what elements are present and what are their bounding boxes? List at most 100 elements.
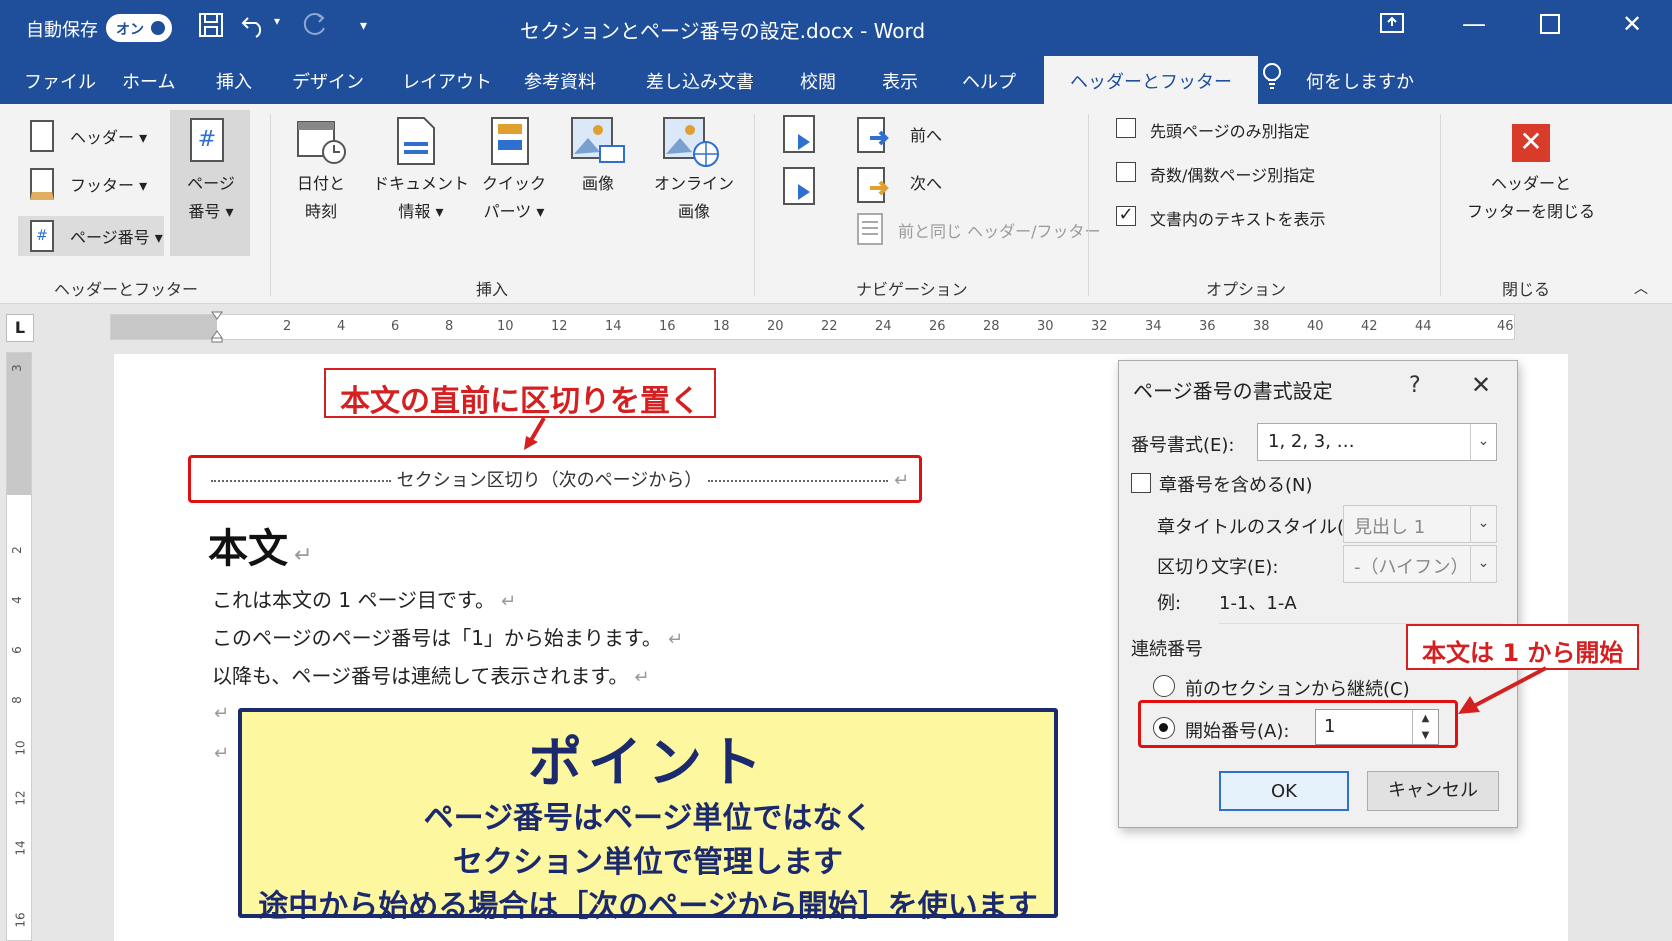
ok-button[interactable]: OK	[1219, 771, 1349, 811]
undo-icon[interactable]	[240, 12, 270, 44]
go-to-header-icon[interactable]	[782, 114, 822, 162]
ruler-number: 28	[983, 319, 1000, 334]
tab-references[interactable]: 参考資料	[524, 68, 596, 94]
ribbon: ヘッダー ▾ フッター ▾ # ページ番号 ▾ # ページ 番号 ▾ ヘッダーと…	[0, 104, 1672, 304]
vruler-number: 8	[9, 696, 24, 704]
first-page-checkbox[interactable]	[1116, 118, 1136, 138]
document-info-button[interactable]: ドキュメント 情報 ▾	[366, 170, 476, 226]
horizontal-ruler[interactable]: 2 4 6 8 10 12 14 16 18 20 22 24 26 28 30…	[110, 311, 1515, 343]
customize-qat-icon[interactable]: ▾	[360, 18, 367, 34]
vruler-number: 10	[13, 740, 28, 756]
tab-insert[interactable]: 挿入	[216, 68, 252, 94]
vruler-margin	[7, 353, 31, 495]
include-chapter-checkbox[interactable]	[1131, 473, 1151, 493]
footer-button[interactable]: フッター ▾	[70, 172, 147, 196]
group-label-close: 閉じる	[1502, 280, 1551, 299]
tab-header-footer[interactable]: ヘッダーとフッター	[1044, 56, 1258, 104]
dialog-title: ページ番号の書式設定	[1133, 379, 1333, 403]
vruler-number: 3	[9, 364, 24, 372]
autosave-toggle-label: オン	[116, 22, 144, 38]
ribbon-display-icon[interactable]	[1372, 12, 1412, 40]
indent-marker-icon[interactable]	[211, 311, 223, 343]
close-header-footer-icon: ✕	[1512, 124, 1550, 162]
help-icon[interactable]: ?	[1409, 373, 1421, 398]
tell-me-search[interactable]: 何をしますか	[1306, 68, 1414, 94]
tab-file[interactable]: ファイル	[24, 68, 96, 94]
number-format-label: 番号書式(E):	[1131, 435, 1235, 456]
save-icon[interactable]	[198, 12, 224, 44]
tab-selector[interactable]: L	[6, 314, 34, 342]
odd-even-checkbox[interactable]	[1116, 162, 1136, 182]
picture-button[interactable]: 画像	[568, 170, 628, 198]
continue-radio[interactable]	[1153, 675, 1175, 697]
cancel-button[interactable]: キャンセル	[1367, 771, 1499, 811]
ruler-number: 18	[713, 319, 730, 334]
ruler-number: 46	[1497, 319, 1514, 334]
page-number-big-button[interactable]: ページ 番号 ▾	[176, 170, 246, 226]
group-label-header-footer: ヘッダーとフッター	[54, 280, 199, 299]
online-picture-button[interactable]: オンライン 画像	[646, 170, 742, 226]
vruler-number: 16	[13, 912, 28, 928]
vruler-number: 12	[13, 790, 28, 806]
tab-review[interactable]: 校閲	[800, 68, 836, 94]
dialog-close-icon[interactable]: ✕	[1471, 371, 1491, 399]
next-button[interactable]: 次へ	[910, 170, 942, 194]
close-window-icon[interactable]: ✕	[1612, 10, 1652, 38]
empty-paragraph: ↵	[214, 743, 230, 764]
section-break: セクション区切り（次のページから） ↵	[210, 466, 910, 492]
quick-parts-button[interactable]: クイック パーツ ▾	[474, 170, 554, 226]
show-text-checkbox[interactable]: ✓	[1116, 206, 1136, 226]
datetime-button[interactable]: 日付と 時刻	[286, 170, 356, 226]
callout-arrow-icon	[524, 416, 546, 450]
chevron-down-icon: ⌄	[1470, 506, 1496, 542]
tab-help[interactable]: ヘルプ	[962, 68, 1016, 94]
calendar-icon	[296, 118, 346, 170]
go-to-footer-icon[interactable]	[782, 166, 822, 214]
tab-home[interactable]: ホーム	[122, 68, 175, 94]
document-info-icon	[396, 116, 436, 170]
numbering-group-label: 連続番号	[1131, 639, 1203, 660]
separator-label: 区切り文字(E):	[1157, 557, 1279, 578]
body-heading: 本文 ↵	[208, 526, 313, 572]
first-page-label: 先頭ページのみ別指定	[1150, 122, 1310, 141]
ruler-number: 34	[1145, 319, 1162, 334]
tab-design[interactable]: デザイン	[292, 68, 364, 94]
link-to-previous-icon	[856, 212, 888, 250]
point-line: ページ番号はページ単位ではなく	[423, 801, 873, 836]
ruler-number: 14	[605, 319, 622, 334]
point-title: ポイント	[528, 731, 768, 794]
group-label-insert: 挿入	[476, 280, 509, 299]
ruler-number: 24	[875, 319, 892, 334]
body-line-2: このページのページ番号は「1」から始まります。 ↵	[212, 626, 684, 650]
separator-select[interactable]: -（ハイフン） ⌄	[1343, 545, 1497, 583]
point-box: ポイント ページ番号はページ単位ではなく セクション単位で管理します 途中から始…	[238, 708, 1058, 924]
chapter-style-select[interactable]: 見出し 1 ⌄	[1343, 505, 1497, 543]
link-to-previous-button[interactable]: 前と同じ ヘッダー/フッター	[898, 218, 1100, 242]
tab-view[interactable]: 表示	[882, 68, 918, 94]
ruler-number: 40	[1307, 319, 1324, 334]
point-line: セクション単位で管理します	[453, 845, 843, 880]
picture-icon	[570, 116, 626, 172]
header-button[interactable]: ヘッダー ▾	[70, 124, 147, 148]
ruler-number: 38	[1253, 319, 1270, 334]
ruler-row: L 2 4 6 8 10 12 14 16 18 20 22 24 26 28 …	[0, 304, 1672, 348]
page-number-small-button[interactable]: ページ番号 ▾	[70, 224, 163, 248]
previous-button[interactable]: 前へ	[910, 122, 942, 146]
continue-label: 前のセクションから継続(C)	[1185, 679, 1410, 700]
minimize-icon[interactable]: —	[1454, 10, 1494, 38]
autosave-toggle[interactable]: オン	[106, 14, 172, 42]
vertical-ruler[interactable]: 3 2 4 6 8 10 12 14 16	[6, 352, 32, 941]
group-separator	[270, 114, 271, 296]
redo-icon[interactable]	[302, 12, 328, 44]
maximize-icon[interactable]	[1530, 12, 1570, 40]
ruler-number: 2	[283, 319, 292, 334]
ruler-number: 10	[497, 319, 514, 334]
number-format-select[interactable]: 1, 2, 3, … ⌄	[1257, 423, 1497, 461]
tab-mailings[interactable]: 差し込み文書	[646, 68, 754, 94]
collapse-ribbon-icon[interactable]: ︿	[1634, 278, 1648, 298]
tab-layout[interactable]: レイアウト	[402, 68, 492, 94]
close-header-footer-button[interactable]: ヘッダーと フッターを閉じる	[1456, 170, 1606, 226]
group-label-navigation: ナビゲーション	[856, 280, 968, 299]
undo-dropdown-icon[interactable]: ▾	[274, 14, 280, 28]
vruler-number: 2	[9, 546, 24, 554]
